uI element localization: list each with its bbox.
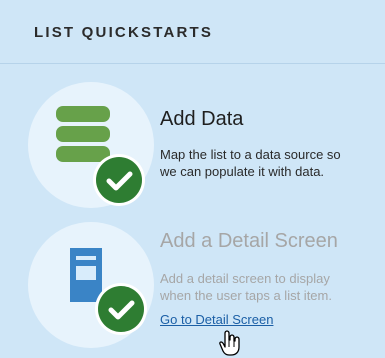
go-to-detail-screen-link[interactable]: Go to Detail Screen [160, 312, 273, 327]
description-line: Add a detail screen to display [160, 271, 330, 286]
description-line: when the user taps a list item. [160, 288, 332, 303]
quickstart-add-data-icon-area [28, 82, 154, 208]
quickstart-title: Add a Detail Screen [160, 230, 338, 252]
description-line: Map the list to a data source so [160, 147, 341, 162]
list-quickstarts-panel: LIST QUICKSTARTS Add Data Map the list t… [0, 0, 385, 358]
description-line: we can populate it with data. [160, 164, 325, 179]
check-icon [96, 157, 142, 203]
hand-pointer-icon [219, 330, 242, 356]
quickstart-title: Add Data [160, 108, 244, 130]
check-icon [98, 286, 144, 332]
quickstart-description: Map the list to a data source so we can … [160, 146, 382, 180]
quickstart-detail-icon-area [28, 222, 154, 348]
panel-title: LIST QUICKSTARTS [34, 24, 214, 41]
panel-header: LIST QUICKSTARTS [0, 0, 385, 64]
quickstart-add-detail-screen: Add a Detail Screen Add a detail screen … [0, 222, 385, 354]
quickstart-add-data: Add Data Map the list to a data source s… [0, 82, 385, 208]
quickstart-description: Add a detail screen to display when the … [160, 270, 382, 304]
